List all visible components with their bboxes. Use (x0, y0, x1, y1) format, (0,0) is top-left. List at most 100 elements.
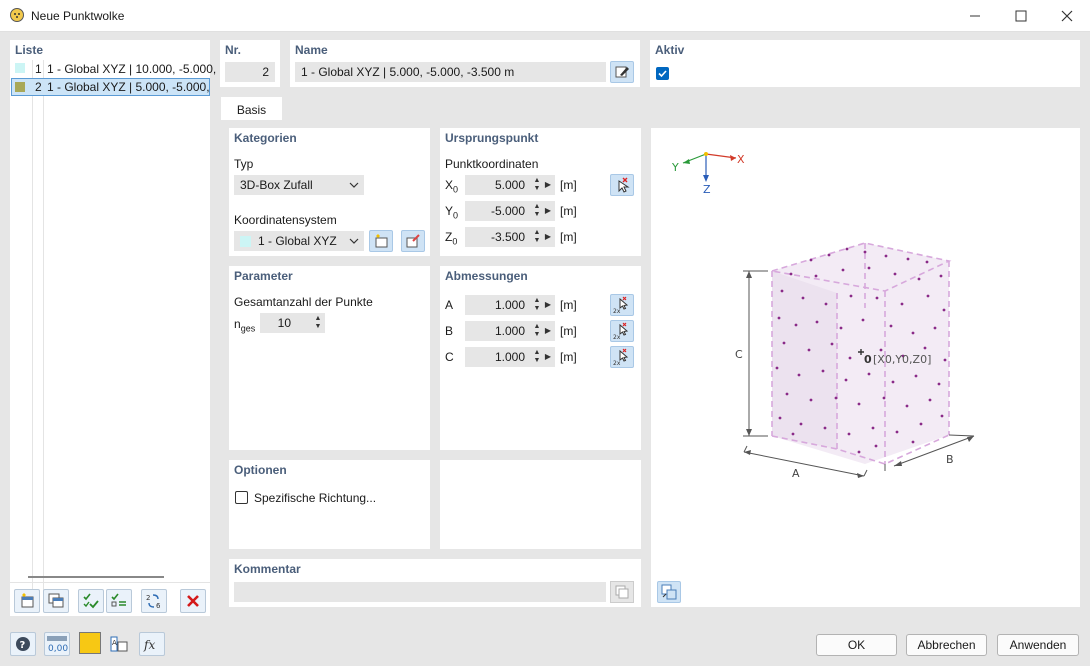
box-diagram: X Y Z 0 [X0,Y0,Z0] C A B (671, 152, 975, 480)
cancel-button[interactable]: Abbrechen (906, 634, 987, 656)
apply-button[interactable]: Anwenden (997, 634, 1079, 656)
edit-name-icon[interactable] (610, 61, 634, 83)
list-item-num: 2 (35, 80, 42, 94)
dim-c-label: C (735, 348, 743, 361)
z0-value: -3.500 (490, 230, 525, 244)
window-title: Neue Punktwolke (31, 9, 125, 23)
chevron-down-icon (348, 175, 360, 195)
a-label: A (445, 298, 454, 312)
b-input[interactable]: 1.000 ▲ ▼ ▶ (465, 321, 555, 341)
menu-arrow-icon[interactable]: ▶ (543, 201, 553, 221)
kommentar-panel: Kommentar (229, 559, 641, 607)
nr-value: 2 (262, 65, 269, 79)
list-title: Liste (15, 43, 44, 57)
pick-distance-icon[interactable]: 2x (610, 346, 634, 368)
view-options-icon[interactable] (657, 581, 681, 603)
comment-library-icon[interactable] (610, 581, 634, 603)
tab-basis-label: Basis (236, 103, 267, 117)
title-bar: Neue Punktwolke (0, 0, 1090, 32)
origin-coordinates: [X0,Y0,Z0] (873, 353, 931, 366)
x0-input[interactable]: 5.000 ▲ ▼ ▶ (465, 175, 555, 195)
list-item[interactable]: 1 1 - Global XYZ | 10.000, -5.000, -1 (12, 60, 230, 77)
kategorien-title: Kategorien (234, 131, 297, 145)
kommentar-input[interactable] (234, 582, 606, 602)
nr-panel: Nr. 2 (220, 40, 280, 87)
spinner-icon[interactable]: ▲ ▼ (532, 349, 542, 365)
axis-z-label: Z (703, 183, 711, 196)
pick-distance-icon[interactable]: 2x (610, 294, 634, 316)
color-picker-swatch[interactable] (79, 632, 101, 654)
kommentar-title: Kommentar (234, 562, 301, 576)
a-input[interactable]: 1.000 ▲ ▼ ▶ (465, 295, 555, 315)
edit-coordinate-system-icon[interactable] (401, 230, 425, 252)
y0-unit: [m] (560, 204, 577, 218)
spinner-icon[interactable]: ▲ ▼ (532, 323, 542, 339)
menu-arrow-icon[interactable]: ▶ (543, 295, 553, 315)
z0-input[interactable]: -3.500 ▲ ▼ ▶ (465, 227, 555, 247)
typ-label: Typ (234, 157, 254, 171)
ok-button[interactable]: OK (816, 634, 897, 656)
spinner-icon[interactable]: ▲ ▼ (532, 297, 542, 313)
aktiv-checkbox[interactable] (656, 67, 669, 80)
spinner-icon[interactable]: ▲ ▼ (532, 229, 542, 245)
new-coordinate-system-icon[interactable] (369, 230, 393, 252)
n-ges-input[interactable]: 10 ▲ ▼ (260, 313, 325, 333)
y0-input[interactable]: -5.000 ▲ ▼ ▶ (465, 201, 555, 221)
axis-y-label: Y (671, 161, 679, 174)
spinner-icon[interactable]: ▲ ▼ (532, 203, 542, 219)
y0-label: Y0 (445, 204, 459, 221)
formula-icon[interactable]: fx (139, 632, 165, 656)
ks-select[interactable]: 1 - Global XYZ (234, 231, 364, 251)
svg-text:A: A (112, 639, 117, 647)
units-icon[interactable]: A (106, 632, 132, 656)
help-icon[interactable]: ? (10, 632, 36, 656)
svg-text:2x: 2x (613, 360, 621, 366)
svg-text:0,00: 0,00 (48, 644, 68, 653)
minimize-button[interactable] (960, 8, 990, 24)
pick-point-icon[interactable] (610, 174, 634, 196)
a-unit: [m] (560, 298, 577, 312)
renumber-icon[interactable]: 26 (141, 589, 167, 613)
origin-mark: 0 (864, 353, 872, 366)
ks-label: Koordinatensystem (234, 213, 337, 227)
c-input[interactable]: 1.000 ▲ ▼ ▶ (465, 347, 555, 367)
spinner-icon[interactable]: ▲ ▼ (532, 177, 542, 193)
color-swatch (240, 236, 251, 247)
copy-item-icon[interactable] (43, 589, 69, 613)
list-item-selected[interactable]: 2 1 - Global XYZ | 5.000, -5.000, -3. (11, 78, 210, 96)
name-field[interactable]: 1 - Global XYZ | 5.000, -5.000, -3.500 m (295, 62, 606, 82)
new-item-icon[interactable] (14, 589, 40, 613)
horizontal-scrollbar[interactable] (28, 576, 164, 578)
close-button[interactable] (1052, 8, 1082, 24)
optionen-panel: Optionen Spezifische Richtung... (229, 460, 430, 549)
app-icon (9, 7, 25, 26)
typ-select[interactable]: 3D-Box Zufall (234, 175, 364, 195)
uncheck-all-icon[interactable] (106, 589, 132, 613)
color-swatch (15, 63, 25, 73)
x0-value: 5.000 (494, 178, 525, 192)
name-value: 1 - Global XYZ | 5.000, -5.000, -3.500 m (301, 65, 515, 79)
delete-icon[interactable] (180, 589, 206, 613)
nr-field[interactable]: 2 (225, 62, 275, 82)
dim-b-label: B (946, 453, 954, 466)
menu-arrow-icon[interactable]: ▶ (543, 175, 553, 195)
pick-distance-icon[interactable]: 2x (610, 320, 634, 342)
spinner-icon[interactable]: ▲ ▼ (313, 315, 323, 331)
z0-unit: [m] (560, 230, 577, 244)
check-all-icon[interactable] (78, 589, 104, 613)
maximize-button[interactable] (1006, 8, 1036, 24)
menu-arrow-icon[interactable]: ▶ (543, 347, 553, 367)
parameter-panel: Parameter Gesamtanzahl der Punkte nges 1… (229, 266, 430, 450)
decimal-places-icon[interactable]: 0,00 (44, 632, 70, 656)
name-label: Name (295, 43, 328, 57)
b-label: B (445, 324, 454, 338)
menu-arrow-icon[interactable]: ▶ (543, 321, 553, 341)
chevron-down-icon (348, 231, 360, 251)
spezifische-richtung-checkbox[interactable] (235, 491, 248, 504)
menu-arrow-icon[interactable]: ▶ (543, 227, 553, 247)
svg-text:2x: 2x (613, 308, 621, 314)
gesamtanzahl-label: Gesamtanzahl der Punkte (234, 295, 373, 309)
list-divider-2 (43, 60, 44, 608)
z0-label: Z0 (445, 230, 458, 247)
svg-text:?: ? (20, 640, 26, 651)
